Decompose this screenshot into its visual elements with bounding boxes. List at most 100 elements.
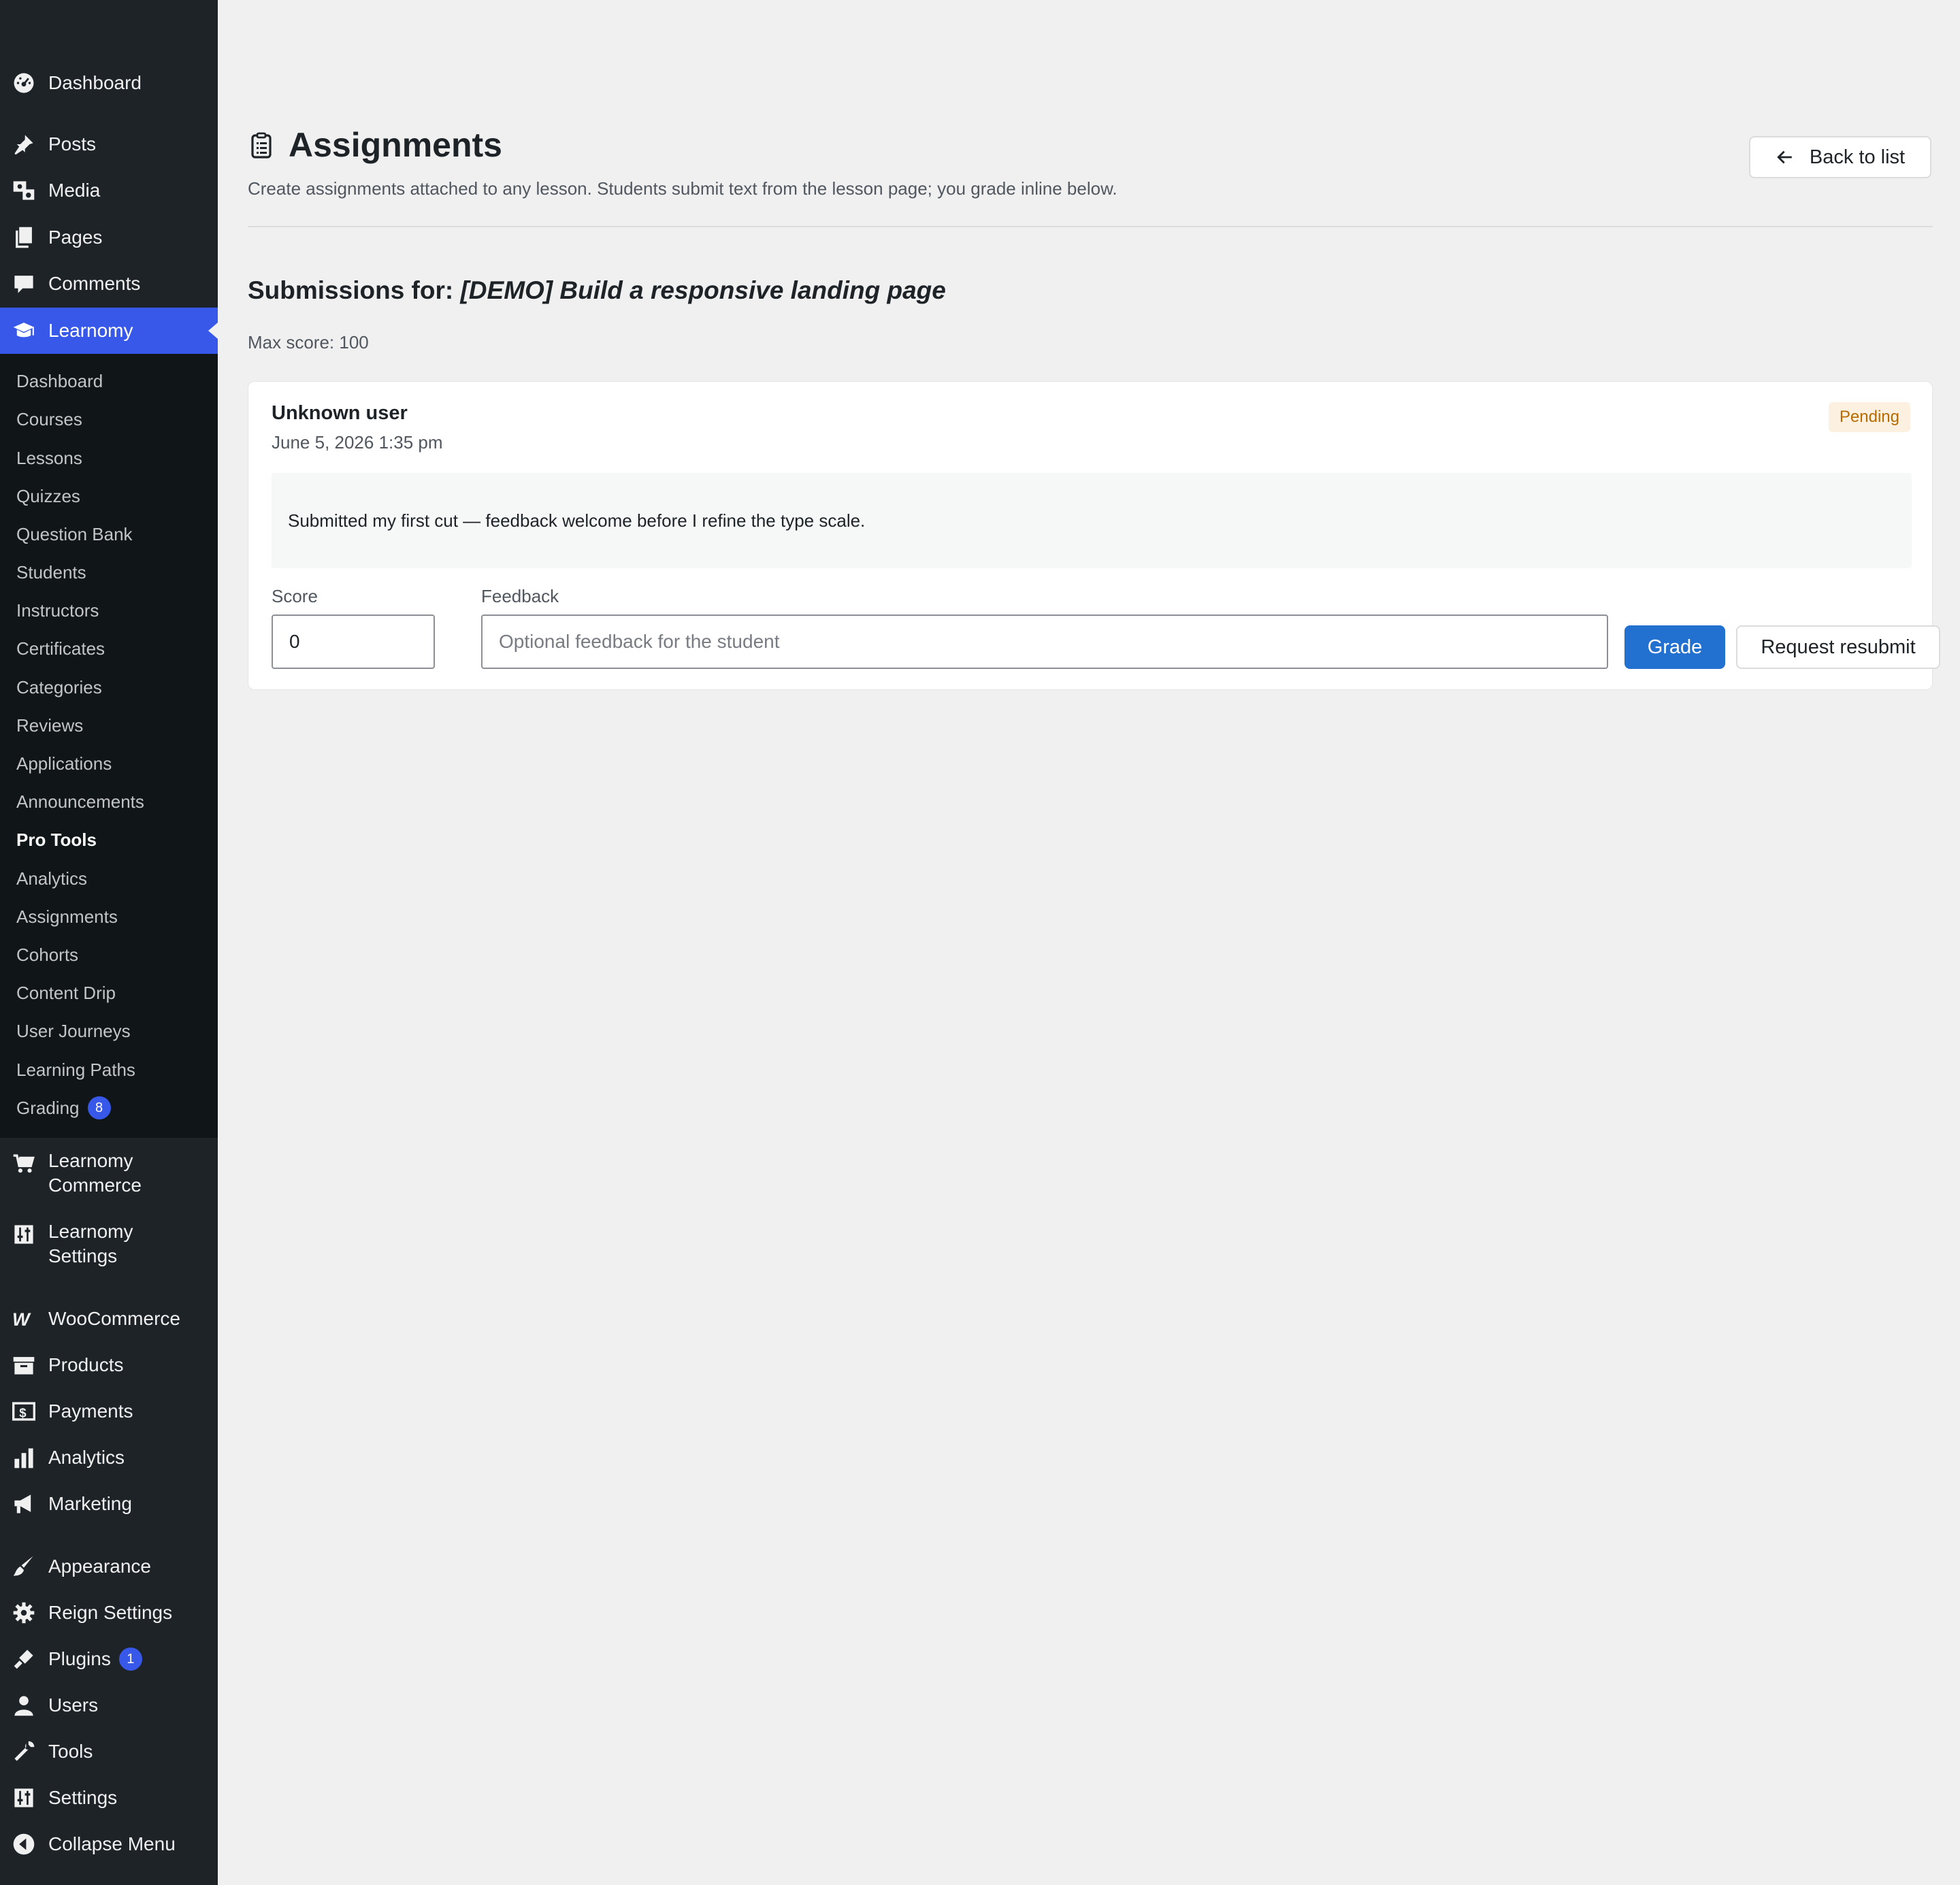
menu-label: Learnomy Commerce <box>48 1150 142 1196</box>
menu-label: Plugins <box>48 1648 111 1669</box>
woocommerce-icon: W <box>12 1307 36 1331</box>
menu-label: Tools <box>48 1741 93 1762</box>
submenu-item-categories[interactable]: Categories <box>16 674 102 701</box>
wrench-icon <box>12 1739 36 1764</box>
dashboard-icon <box>12 71 36 95</box>
page-title: Assignments <box>289 126 502 164</box>
menu-label: Users <box>48 1694 99 1716</box>
page-header: Assignments <box>248 125 502 165</box>
grade-button[interactable]: Grade <box>1624 625 1725 669</box>
menu-label: Payments <box>48 1400 133 1422</box>
svg-text:$: $ <box>19 1406 27 1420</box>
menu-item-appearance[interactable]: Appearance <box>0 1543 218 1590</box>
submenu-item-dashboard[interactable]: Dashboard <box>16 367 103 395</box>
menu-item-pages[interactable]: Pages <box>0 214 218 261</box>
submission-date: June 5, 2026 1:35 pm <box>272 432 443 453</box>
menu-label: Products <box>48 1354 124 1375</box>
settings-sliders-icon <box>12 1222 36 1247</box>
menu-label: Marketing <box>48 1493 132 1514</box>
submenu-item-students[interactable]: Students <box>16 559 86 586</box>
grading-count-badge: 8 <box>87 1096 111 1119</box>
submenu-item-user-journeys[interactable]: User Journeys <box>16 1017 131 1045</box>
assignment-title: [DEMO] Build a responsive landing page <box>460 276 946 304</box>
menu-item-analytics[interactable]: Analytics <box>0 1435 218 1481</box>
menu-item-learnomy[interactable]: Learnomy <box>0 308 218 354</box>
submenu-item-question-bank[interactable]: Question Bank <box>16 521 133 548</box>
pin-icon <box>12 132 36 157</box>
menu-item-payments[interactable]: $ Payments <box>0 1388 218 1435</box>
menu-item-posts[interactable]: Posts <box>0 121 218 167</box>
max-score: Max score: 100 <box>248 332 369 353</box>
submenu-item-courses[interactable]: Courses <box>16 406 82 433</box>
submenu-item-grading[interactable]: Grading 8 <box>16 1094 111 1121</box>
request-resubmit-button[interactable]: Request resubmit <box>1736 625 1940 669</box>
learnomy-submenu: Dashboard Courses Lessons Quizzes Questi… <box>0 354 218 1138</box>
menu-item-learnomy-settings[interactable]: Learnomy Settings <box>0 1219 218 1281</box>
collapse-icon <box>12 1832 36 1856</box>
brush-icon <box>12 1554 36 1579</box>
media-icon <box>12 178 36 203</box>
dollar-icon: $ <box>12 1399 36 1424</box>
score-input[interactable] <box>272 614 435 669</box>
menu-item-reign-settings[interactable]: Reign Settings <box>0 1590 218 1636</box>
plug-icon <box>12 1647 36 1671</box>
menu-item-plugins[interactable]: Plugins 1 <box>0 1636 218 1682</box>
submission-text: Submitted my first cut — feedback welcom… <box>272 473 1912 568</box>
archive-icon <box>12 1353 36 1377</box>
menu-item-tools[interactable]: Tools <box>0 1728 218 1775</box>
gear-icon <box>12 1601 36 1625</box>
submenu-item-content-drip[interactable]: Content Drip <box>16 979 116 1006</box>
menu-item-settings[interactable]: Settings <box>0 1775 218 1821</box>
submenu-item-pro-tools[interactable]: Pro Tools <box>16 826 97 853</box>
submenu-item-analytics[interactable]: Analytics <box>16 865 87 892</box>
plugins-update-badge: 1 <box>118 1648 142 1671</box>
menu-label: Dashboard <box>48 72 142 93</box>
submenu-item-announcements[interactable]: Announcements <box>16 788 144 815</box>
menu-label: Pages <box>48 227 103 248</box>
submenu-item-reviews[interactable]: Reviews <box>16 712 83 739</box>
submenu-item-certificates[interactable]: Certificates <box>16 635 105 662</box>
menu-label: Appearance <box>48 1556 152 1577</box>
page-description: Create assignments attached to any lesso… <box>248 178 1117 199</box>
menu-label: Media <box>48 180 101 201</box>
menu-label: Comments <box>48 273 141 294</box>
arrow-left-icon <box>1777 150 1792 164</box>
menu-item-marketing[interactable]: Marketing <box>0 1481 218 1527</box>
submenu-item-learning-paths[interactable]: Learning Paths <box>16 1056 135 1083</box>
collapse-menu-button[interactable]: Collapse Menu <box>0 1821 218 1867</box>
clipboard-icon <box>248 131 275 159</box>
submenu-item-assignments[interactable]: Assignments <box>16 903 118 930</box>
menu-label: WooCommerce <box>48 1308 180 1329</box>
submenu-item-applications[interactable]: Applications <box>16 750 112 777</box>
submissions-prefix: Submissions for: <box>248 276 454 304</box>
comment-icon <box>12 272 36 296</box>
back-button-label: Back to list <box>1809 146 1906 168</box>
submission-card: Unknown user June 5, 2026 1:35 pm Pendin… <box>248 381 1940 690</box>
submenu-item-lessons[interactable]: Lessons <box>16 444 82 472</box>
submissions-heading: Submissions for: [DEMO] Build a responsi… <box>248 276 946 305</box>
student-name: Unknown user <box>272 402 408 424</box>
back-to-list-button[interactable]: Back to list <box>1749 136 1931 178</box>
submenu-item-instructors[interactable]: Instructors <box>16 597 99 624</box>
menu-item-media[interactable]: Media <box>0 167 218 214</box>
menu-label: Collapse Menu <box>48 1833 176 1854</box>
cart-icon <box>12 1151 36 1176</box>
menu-label: Learnomy <box>48 320 133 341</box>
submenu-item-quizzes[interactable]: Quizzes <box>16 482 80 510</box>
menu-label: Analytics <box>48 1447 125 1468</box>
svg-text:W: W <box>12 1309 31 1330</box>
user-icon <box>12 1693 36 1718</box>
main-content: Assignments Create assignments attached … <box>218 0 1960 1885</box>
menu-item-woocommerce[interactable]: W WooCommerce <box>0 1296 218 1342</box>
menu-item-products[interactable]: Products <box>0 1342 218 1388</box>
menu-label: Posts <box>48 133 97 154</box>
menu-item-comments[interactable]: Comments <box>0 261 218 307</box>
menu-item-learnomy-commerce[interactable]: Learnomy Commerce <box>0 1149 218 1210</box>
menu-item-dashboard[interactable]: Dashboard <box>0 60 218 106</box>
menu-item-users[interactable]: Users <box>0 1682 218 1728</box>
settings-sliders-icon <box>12 1786 36 1810</box>
score-label: Score <box>272 586 318 606</box>
submenu-item-cohorts[interactable]: Cohorts <box>16 941 78 968</box>
feedback-input[interactable] <box>481 614 1608 669</box>
admin-sidebar: Dashboard Posts Media Pages Comments Lea… <box>0 0 218 1885</box>
